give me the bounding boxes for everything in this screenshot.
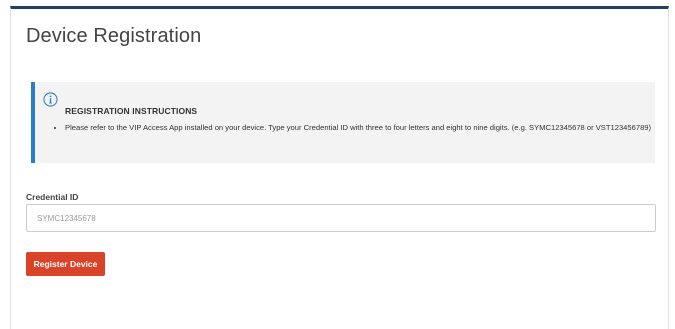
credential-id-label: Credential ID [26, 192, 79, 202]
page-title: Device Registration [26, 25, 202, 47]
instructions-item: Please refer to the VIP Access App insta… [65, 122, 660, 133]
register-device-button[interactable]: Register Device [26, 252, 105, 276]
instructions-box: REGISTRATION INSTRUCTIONS Please refer t… [31, 82, 655, 163]
credential-id-input[interactable] [26, 204, 656, 232]
instructions-title: REGISTRATION INSTRUCTIONS [65, 106, 198, 116]
instructions-list: Please refer to the VIP Access App insta… [53, 122, 660, 133]
info-icon [43, 92, 58, 107]
registration-panel: Device Registration REGISTRATION INSTRUC… [10, 6, 669, 329]
